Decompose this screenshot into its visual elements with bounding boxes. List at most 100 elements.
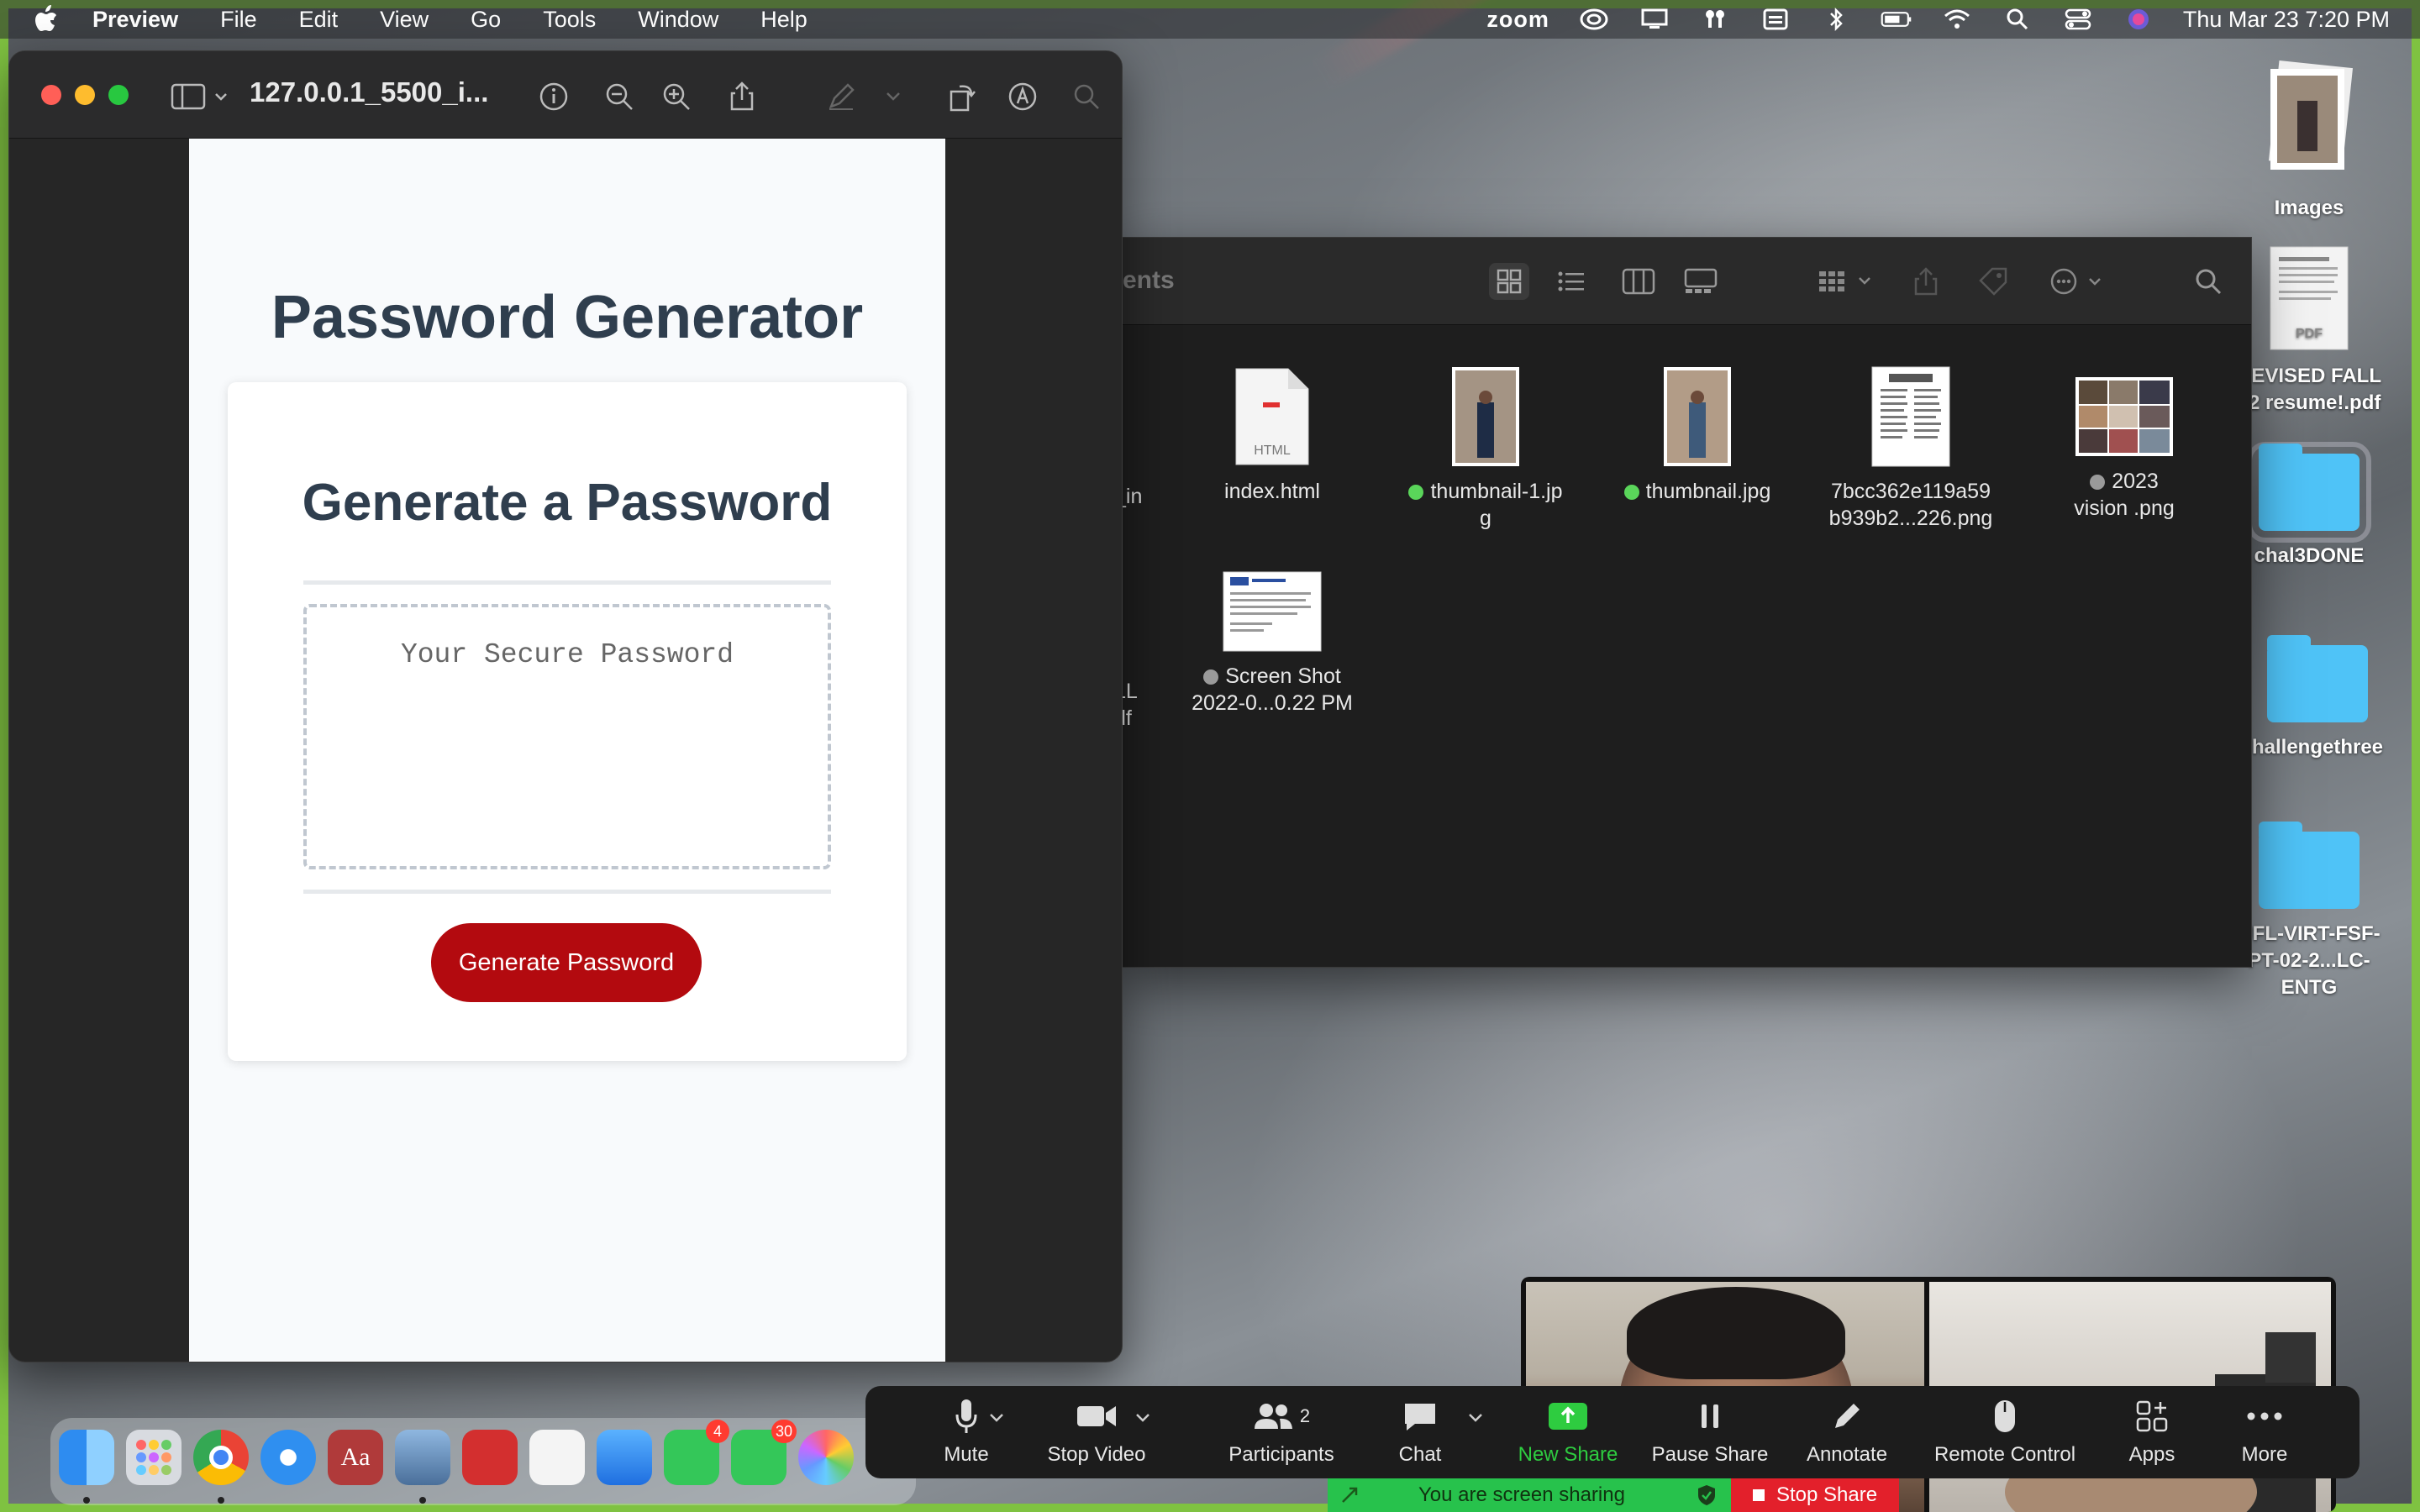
- safari-app-icon[interactable]: [260, 1430, 316, 1485]
- gallery-view-button[interactable]: [1681, 263, 1721, 300]
- annotate-button[interactable]: Annotate: [1788, 1386, 1906, 1478]
- menu-help[interactable]: Help: [760, 7, 808, 33]
- chevron-down-icon[interactable]: [883, 80, 903, 113]
- mute-button[interactable]: Mute: [916, 1386, 1017, 1478]
- desktop-folder-ufl-virt[interactable]: UFL-VIRT-FSF- PT-02-2...LC-ENTG: [2233, 822, 2385, 1001]
- menu-tools[interactable]: Tools: [543, 7, 596, 33]
- sharing-status-text: You are screen sharing: [1418, 1483, 1625, 1506]
- drag-handle-icon[interactable]: [1339, 1485, 1360, 1505]
- pause-share-button[interactable]: Pause Share: [1639, 1386, 1781, 1478]
- participants-label: Participants: [1228, 1443, 1334, 1466]
- mail-app-icon[interactable]: [597, 1430, 652, 1485]
- rotate-icon[interactable]: [945, 80, 979, 113]
- spotlight-search-icon[interactable]: [2002, 7, 2033, 32]
- desktop-folder-chal3done[interactable]: chal3DONE: [2233, 442, 2385, 570]
- stop-share-button[interactable]: Stop Share: [1731, 1478, 1899, 1512]
- keyboard-icon[interactable]: [1760, 7, 1791, 32]
- desktop-item-images[interactable]: Images: [2233, 59, 2385, 222]
- chevron-down-icon[interactable]: [986, 1410, 1007, 1426]
- facetime-app-icon[interactable]: 4: [664, 1420, 729, 1485]
- chevron-down-icon[interactable]: [1465, 1410, 1486, 1426]
- menu-go[interactable]: Go: [471, 7, 501, 33]
- creative-cloud-icon[interactable]: [1578, 7, 1610, 32]
- minimize-button[interactable]: [75, 84, 95, 105]
- photo-booth-app-icon[interactable]: [462, 1430, 518, 1485]
- dictionary-app-icon[interactable]: Aa: [328, 1430, 383, 1485]
- zoom-out-icon[interactable]: [602, 80, 636, 113]
- folder-icon: [2267, 635, 2368, 722]
- file-index-html[interactable]: HTML index.html: [1180, 365, 1365, 505]
- launchpad-app-icon[interactable]: [126, 1430, 182, 1485]
- photos-app-icon[interactable]: [798, 1430, 854, 1485]
- preview-app-icon[interactable]: [395, 1430, 450, 1485]
- sidebar-toggle-icon[interactable]: [169, 80, 236, 113]
- menu-app-preview[interactable]: Preview: [92, 7, 178, 33]
- column-view-button[interactable]: [1618, 263, 1659, 300]
- preview-window[interactable]: 127.0.0.1_5500_i... Password Generator G…: [8, 50, 1123, 1362]
- screen-sharing-banner[interactable]: You are screen sharing Stop Share: [1328, 1478, 1899, 1512]
- group-by-button[interactable]: [1813, 263, 1881, 300]
- chrome-app-icon[interactable]: [193, 1430, 249, 1485]
- stop-share-label: Stop Share: [1776, 1483, 1878, 1506]
- bluetooth-icon[interactable]: [1820, 7, 1852, 32]
- menu-edit[interactable]: Edit: [299, 7, 339, 33]
- list-view-button[interactable]: [1551, 263, 1591, 300]
- messages-app-icon[interactable]: 30: [731, 1420, 797, 1485]
- file-thumbnail-1[interactable]: thumbnail-1.jp g: [1393, 365, 1578, 532]
- control-center-icon[interactable]: [2062, 7, 2094, 32]
- share-icon[interactable]: [1906, 263, 1946, 300]
- tag-icon[interactable]: [1973, 263, 2013, 300]
- new-share-button[interactable]: New Share: [1509, 1386, 1627, 1478]
- file-thumbnail[interactable]: thumbnail.jpg: [1605, 365, 1790, 505]
- stop-video-button[interactable]: Stop Video: [1025, 1386, 1168, 1478]
- green-tag-icon: [1408, 485, 1424, 500]
- image-thumbnail: [1452, 367, 1519, 466]
- menubar-clock[interactable]: Thu Mar 23 7:20 PM: [2183, 7, 2390, 33]
- file-name: vision .png: [2074, 496, 2175, 520]
- window-controls: [41, 84, 129, 105]
- close-button[interactable]: [41, 84, 61, 105]
- info-icon[interactable]: [537, 80, 571, 113]
- pdf-kind-label: PDF: [2296, 327, 2323, 341]
- search-icon[interactable]: [2188, 263, 2228, 300]
- apple-menu-icon[interactable]: [30, 3, 62, 35]
- share-icon[interactable]: [725, 80, 759, 113]
- wifi-icon[interactable]: [1941, 7, 1973, 32]
- remote-control-button[interactable]: Remote Control: [1912, 1386, 2097, 1478]
- search-icon[interactable]: [1070, 80, 1103, 113]
- notification-badge: 4: [706, 1420, 729, 1443]
- battery-icon[interactable]: [1881, 7, 1912, 32]
- airpods-icon[interactable]: [1699, 7, 1731, 32]
- file-2023-vision[interactable]: 2023 vision .png: [2032, 375, 2217, 522]
- textedit-app-icon[interactable]: [529, 1430, 585, 1485]
- file-name: b939b2...226.png: [1828, 507, 1993, 530]
- divider: [303, 580, 831, 585]
- menu-file[interactable]: File: [220, 7, 257, 33]
- fullscreen-button[interactable]: [108, 84, 129, 105]
- participants-button[interactable]: 2 Participants: [1193, 1386, 1370, 1478]
- more-actions-button[interactable]: [2045, 263, 2112, 300]
- desktop-folder-challengethree[interactable]: hallengethree: [2242, 635, 2393, 761]
- markup-icon[interactable]: [1006, 80, 1039, 113]
- file-7bcc-png[interactable]: 7bcc362e119a59 b939b2...226.png: [1818, 365, 2003, 532]
- zoom-in-icon[interactable]: [660, 80, 693, 113]
- menu-window[interactable]: Window: [638, 7, 718, 33]
- desktop-item-label: REVISED FALL: [2236, 365, 2382, 387]
- more-button[interactable]: More: [2218, 1386, 2311, 1478]
- siri-icon[interactable]: [2123, 7, 2154, 32]
- display-icon[interactable]: [1639, 7, 1670, 32]
- generate-password-button[interactable]: Generate Password: [431, 923, 702, 1002]
- highlight-pen-icon[interactable]: [824, 80, 858, 113]
- chat-button[interactable]: Chat: [1370, 1386, 1470, 1478]
- zoom-status-item[interactable]: zoom: [1486, 7, 1549, 33]
- apps-button[interactable]: Apps: [2106, 1386, 2198, 1478]
- chevron-down-icon[interactable]: [1133, 1410, 1153, 1426]
- icon-view-button[interactable]: [1489, 263, 1529, 300]
- desktop-item-resume-pdf[interactable]: PDF REVISED FALL 22 resume!.pdf: [2233, 244, 2385, 417]
- finder-window[interactable]: ents _in LL df HTML index.html thumbnail…: [1114, 237, 2252, 968]
- file-screen-shot[interactable]: Screen Shot 2022-0...0.22 PM: [1180, 570, 1365, 717]
- finder-app-icon[interactable]: [59, 1430, 114, 1485]
- pause-share-label: Pause Share: [1651, 1443, 1769, 1466]
- password-textarea[interactable]: Your Secure Password: [303, 604, 831, 869]
- menu-view[interactable]: View: [380, 7, 429, 33]
